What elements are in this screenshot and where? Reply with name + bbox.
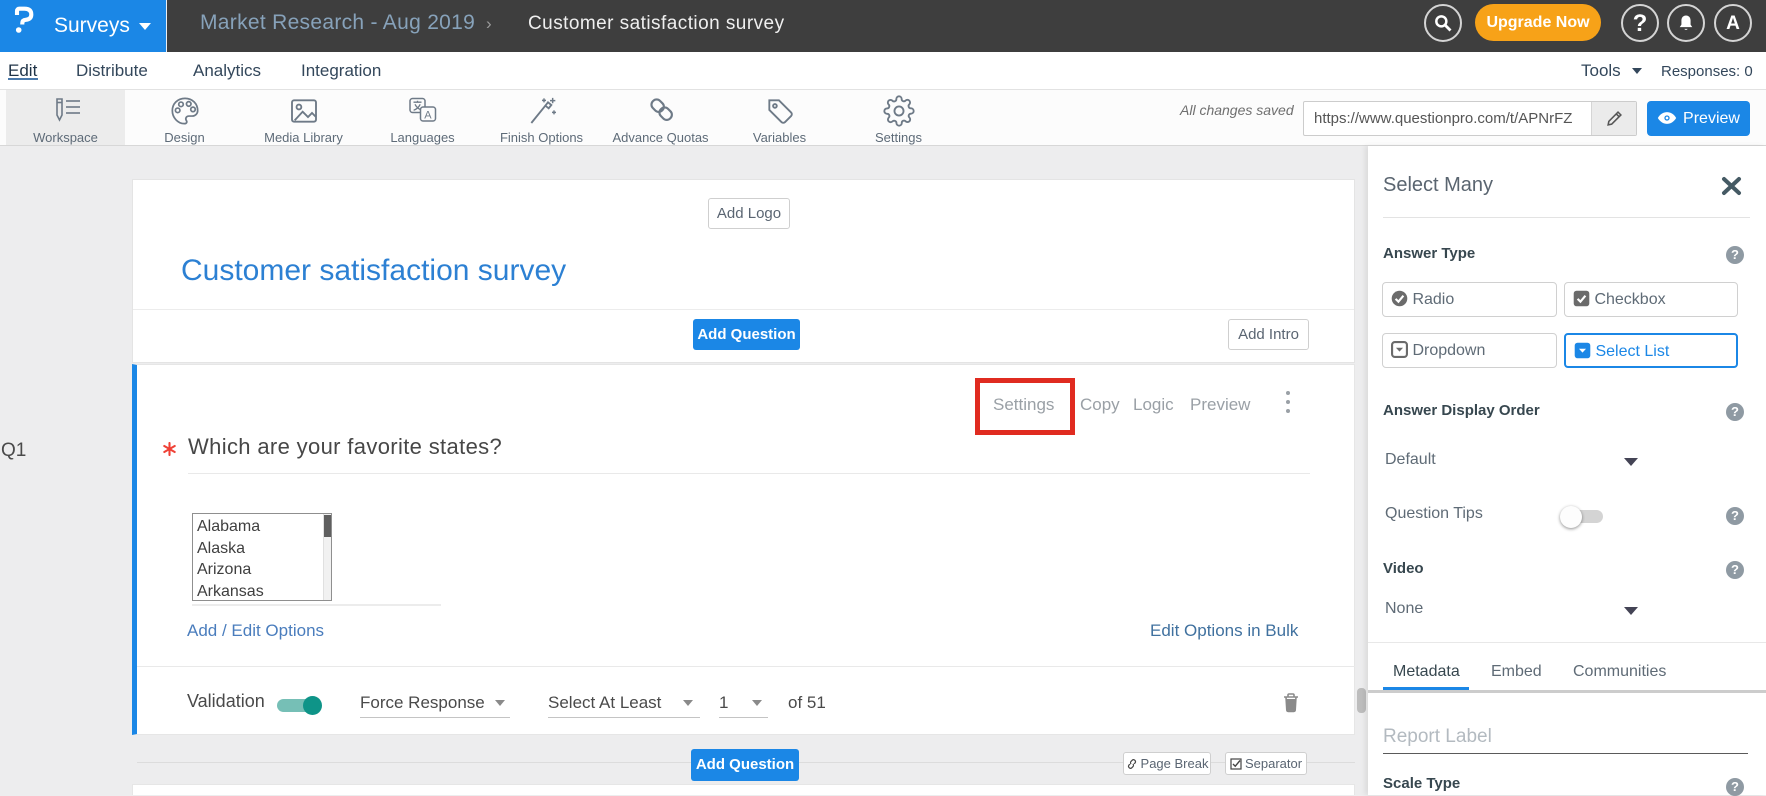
svg-text:A: A (424, 110, 432, 122)
